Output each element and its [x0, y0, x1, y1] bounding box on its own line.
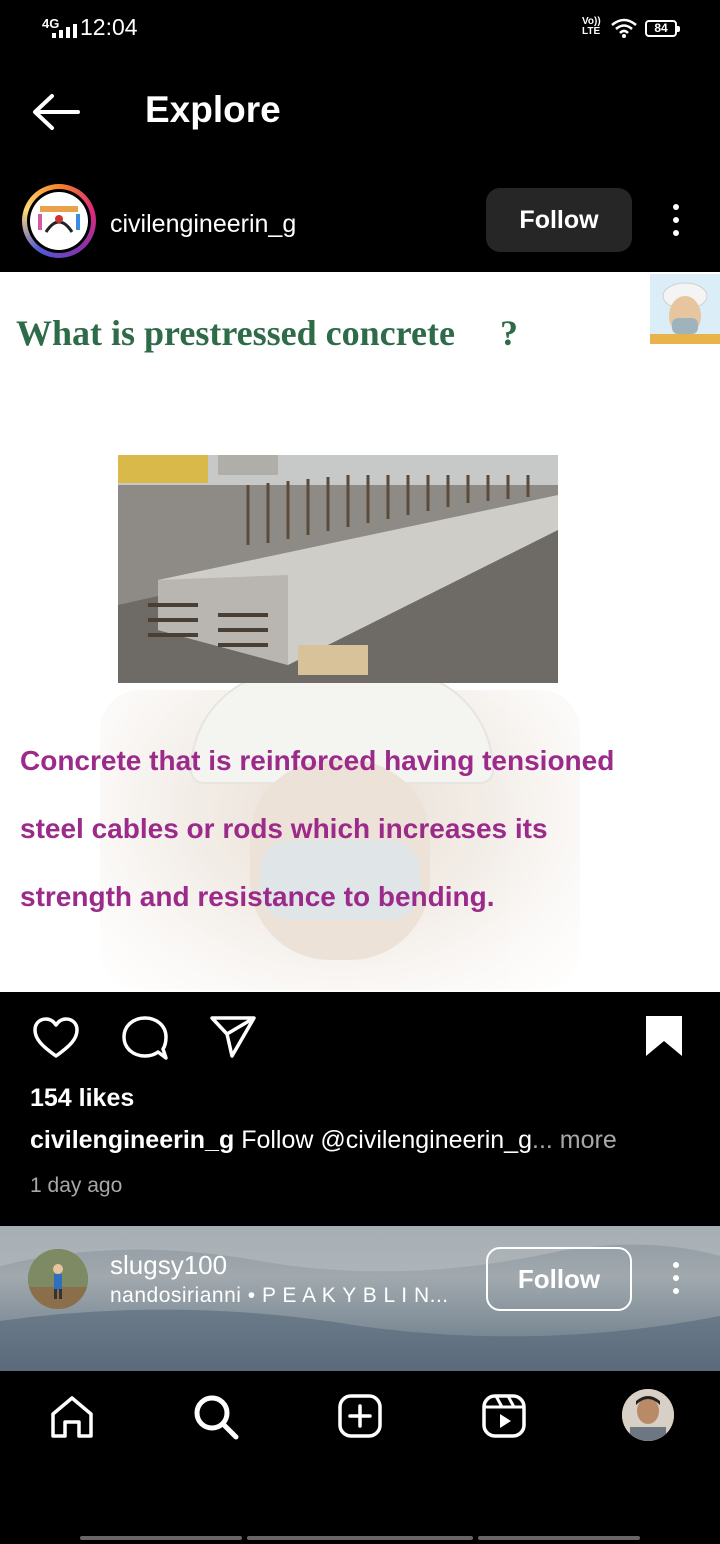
profile-avatar[interactable] — [622, 1389, 674, 1441]
reels-icon[interactable] — [481, 1393, 527, 1439]
signal-icon — [52, 24, 77, 38]
like-heart-icon[interactable] — [32, 1016, 80, 1060]
share-icon[interactable] — [208, 1014, 258, 1060]
back-arrow-icon[interactable] — [30, 92, 82, 132]
post-heading: What is prestressed concrete — [16, 313, 455, 353]
concrete-beam-photo — [118, 455, 558, 683]
avatar[interactable] — [30, 192, 88, 250]
post-timestamp: 1 day ago — [30, 1174, 123, 1197]
post-heading-mark: ? — [500, 313, 518, 353]
caption[interactable]: civilengineerin_g Follow @civilengineeri… — [30, 1126, 617, 1155]
caption-username[interactable]: civilengineerin_g — [30, 1126, 234, 1154]
create-post-icon[interactable] — [337, 1393, 383, 1439]
next-post-username[interactable]: slugsy100 — [110, 1250, 227, 1281]
volte-indicator: Vo)) LTE — [582, 17, 601, 37]
wifi-icon — [611, 18, 637, 38]
caption-text: Follow @civilengineerin_g — [234, 1126, 532, 1154]
gesture-segment — [247, 1536, 473, 1540]
like-count[interactable]: 154 likes — [30, 1084, 134, 1113]
bookmark-saved-icon[interactable] — [644, 1014, 684, 1058]
post-body-line: strength and resistance to bending. — [20, 881, 495, 912]
caption-more-link[interactable]: ... more — [532, 1126, 617, 1154]
next-post-subtitle[interactable]: nandosirianni • P E A K Y B L I N... — [110, 1284, 449, 1308]
avatar-logo — [38, 206, 80, 233]
post-body-text: Concrete that is reinforced having tensi… — [20, 727, 710, 931]
home-icon[interactable] — [49, 1394, 95, 1440]
search-icon[interactable] — [192, 1393, 240, 1441]
comment-icon[interactable] — [120, 1014, 170, 1062]
post-body-line: steel cables or rods which increases its — [20, 813, 548, 844]
follow-button[interactable]: Follow — [486, 188, 632, 252]
gesture-segment — [478, 1536, 640, 1540]
next-post-avatar[interactable] — [28, 1249, 88, 1309]
gesture-segment — [80, 1536, 242, 1540]
status-bar: 4G 12:04 Vo)) LTE 84 — [0, 0, 720, 60]
more-options-icon[interactable] — [668, 204, 684, 240]
next-more-options-icon[interactable] — [668, 1262, 684, 1298]
volte-line2: LTE — [582, 26, 601, 37]
post-body-line: Concrete that is reinforced having tensi… — [20, 745, 615, 776]
next-follow-button[interactable]: Follow — [486, 1247, 632, 1311]
post-username[interactable]: civilengineerin_g — [110, 210, 296, 239]
battery-indicator: 84 — [645, 20, 680, 37]
page-title: Explore — [145, 89, 281, 130]
corner-logo — [650, 274, 720, 344]
clock: 12:04 — [80, 14, 138, 40]
